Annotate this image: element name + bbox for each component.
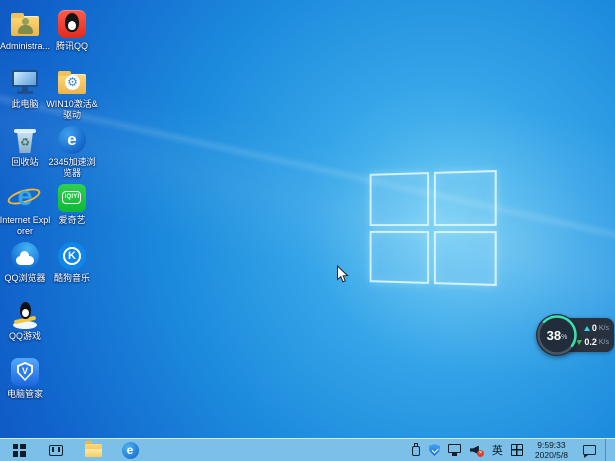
icon-label: 酷狗音乐 (53, 273, 90, 283)
usb-device-icon[interactable] (411, 443, 421, 457)
upload-speed-value: 0 (591, 323, 597, 333)
taskbar-left: e (0, 440, 140, 460)
taskbar-clock[interactable]: 9:59:33 2020/5/8 (535, 440, 568, 460)
browser-icon: e (121, 441, 139, 459)
qq-browser-icon (9, 240, 41, 272)
tencent-qq-icon (56, 8, 88, 40)
desktop-icon-internet-explorer[interactable]: e Internet Explorer (0, 181, 51, 237)
icon-label: 腾讯QQ (55, 41, 88, 51)
administrator-icon (9, 8, 41, 40)
mouse-cursor (336, 264, 349, 289)
icon-label: 电脑管家 (6, 389, 43, 399)
taskbar-file-explorer-button[interactable] (83, 440, 103, 460)
desktop-icon-iqiyi[interactable]: iQIYI 爱奇艺 (49, 182, 95, 226)
action-center-icon[interactable] (582, 444, 597, 458)
qq-games-icon (9, 298, 41, 330)
file-explorer-icon (84, 440, 102, 457)
language-indicator[interactable]: 英 (492, 442, 503, 458)
clock-date: 2020/5/8 (534, 450, 568, 460)
icon-label: 爱奇艺 (58, 215, 86, 225)
start-icon (12, 443, 26, 457)
download-speed-unit: K/s (598, 338, 609, 346)
kugou-music-icon: K (56, 240, 88, 272)
desktop-icon-pc-manager[interactable]: V 电脑管家 (2, 356, 48, 400)
logo-pane (433, 169, 497, 226)
desktop-icon-this-pc[interactable]: 此电脑 (2, 66, 48, 110)
taskbar: e 英 9:59:33 2020/5/8 (0, 438, 615, 461)
desktop-icon-administrator[interactable]: Administra... (0, 8, 50, 52)
upload-speed-unit: K/s (598, 324, 609, 332)
upload-arrow-icon (583, 325, 590, 331)
desktop-icon-qq-games[interactable]: QQ游戏 (2, 298, 48, 342)
show-desktop-button[interactable] (605, 438, 610, 461)
icon-label: 回收站 (11, 157, 39, 167)
this-pc-icon (9, 66, 41, 98)
ime-keyboard-icon[interactable] (510, 444, 523, 456)
clock-time: 9:59:33 (537, 440, 566, 450)
desktop-icon-qq-browser[interactable]: QQ浏览器 (2, 240, 48, 284)
desktop-icon-win10-activation-folder[interactable]: ⚙ WIN10激活&驱动 (46, 66, 98, 121)
browser-2345-icon: e (56, 124, 88, 156)
display-icon[interactable] (447, 444, 462, 456)
icon-label: 此电脑 (11, 99, 39, 109)
icon-label: Internet Explorer (0, 215, 51, 236)
desktop-icon-recycle-bin[interactable]: ♻ 回收站 (2, 124, 48, 168)
logo-pane (369, 230, 429, 284)
windows-desktop: Administra... 腾讯QQ 此电脑 ⚙ WIN10激活&驱动 ♻ 回收站 e 2345… (0, 0, 615, 461)
progress-ring-icon (537, 315, 577, 355)
desktop-icon-browser-2345[interactable]: e 2345加速浏览器 (48, 124, 96, 179)
icon-label: WIN10激活&驱动 (46, 99, 98, 120)
icon-label: 2345加速浏览器 (48, 157, 96, 178)
pc-manager-icon: V (9, 356, 41, 388)
taskbar-start-button[interactable] (9, 440, 29, 460)
security-shield-icon[interactable] (428, 444, 440, 456)
icon-label: Administra... (0, 41, 50, 51)
acceleration-ball[interactable]: 38 % (536, 314, 578, 356)
volume-muted-icon[interactable] (469, 444, 484, 457)
iqiyi-icon: iQIYI (56, 182, 88, 214)
task-view-icon (49, 444, 63, 456)
icon-label: QQ浏览器 (4, 273, 46, 283)
icon-label: QQ游戏 (8, 331, 41, 341)
recycle-bin-icon: ♻ (9, 124, 41, 156)
download-speed-value: 0.2 (584, 337, 597, 347)
system-tray: 英 9:59:33 2020/5/8 (411, 438, 615, 461)
internet-explorer-icon: e (5, 181, 43, 214)
desktop-icon-kugou-music[interactable]: K 酷狗音乐 (49, 240, 95, 284)
logo-pane (433, 230, 497, 287)
win10-activation-folder-icon: ⚙ (56, 66, 88, 98)
taskbar-browser-button[interactable]: e (120, 440, 140, 460)
desktop-icon-tencent-qq[interactable]: 腾讯QQ (49, 8, 95, 52)
windows-logo (369, 169, 497, 287)
taskbar-task-view-button[interactable] (46, 440, 66, 460)
logo-pane (369, 172, 429, 226)
net-speed-widget[interactable]: 0 K/s 0.2 K/s 38 % (536, 314, 615, 356)
